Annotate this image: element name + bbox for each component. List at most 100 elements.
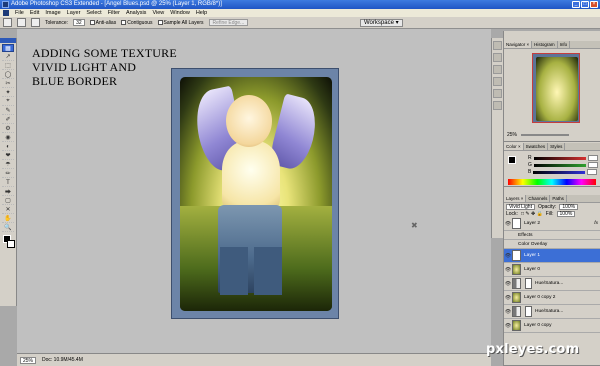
- crop-tool-icon[interactable]: ✂: [2, 80, 14, 88]
- minimize-button[interactable]: _: [572, 1, 580, 8]
- anti-alias-checkbox[interactable]: Anti-alias: [89, 20, 116, 26]
- magic-wand-tool-icon[interactable]: ✦: [2, 89, 14, 97]
- tab-navigator[interactable]: Navigator ×: [504, 41, 533, 48]
- tab-histogram[interactable]: Histogram: [532, 41, 558, 48]
- baby-body: [222, 141, 280, 213]
- color-overlay-label: Color Overlay: [518, 241, 548, 247]
- eyedropper-tool-icon[interactable]: ✕: [2, 206, 14, 214]
- brush-tool-icon[interactable]: ✐: [2, 116, 14, 124]
- channel-b-value[interactable]: [587, 169, 598, 175]
- tolerance-input[interactable]: 32: [73, 19, 85, 26]
- contiguous-checkbox[interactable]: Contiguous: [121, 20, 153, 26]
- menu-file[interactable]: File: [15, 10, 24, 16]
- menu-view[interactable]: View: [152, 10, 164, 16]
- panel-icon-actions[interactable]: [493, 53, 502, 62]
- layer-row[interactable]: 👁 Layer 2 fx: [504, 217, 600, 231]
- tab-layers[interactable]: Layers ×: [504, 195, 527, 202]
- close-button[interactable]: ×: [590, 1, 598, 8]
- layer-effects-row[interactable]: Effects: [504, 231, 600, 240]
- panel-icon-tool-presets[interactable]: [493, 77, 502, 86]
- clone-stamp-tool-icon[interactable]: ⚙: [2, 125, 14, 133]
- menu-help[interactable]: Help: [196, 10, 207, 16]
- new-selection-icon[interactable]: [17, 18, 26, 27]
- layers-tabs: Layers × Channels Paths: [504, 195, 600, 203]
- color-spectrum[interactable]: [508, 179, 596, 185]
- gradient-tool-icon[interactable]: ❤: [2, 152, 14, 160]
- panel-icon-brushes[interactable]: [493, 65, 502, 74]
- visibility-eye-icon[interactable]: 👁: [504, 323, 512, 329]
- panel-icon-history[interactable]: [493, 41, 502, 50]
- layer-row-selected[interactable]: 👁 Layer 1: [504, 249, 600, 263]
- blend-mode-select[interactable]: Vivid Light: [506, 203, 535, 210]
- lock-icons[interactable]: □ ✎ ✥ 🔒: [521, 211, 543, 217]
- visibility-eye-icon[interactable]: 👁: [504, 253, 512, 259]
- toolbox-header[interactable]: [0, 38, 16, 43]
- document-image[interactable]: [171, 68, 339, 319]
- shape-tool-icon[interactable]: ▢: [2, 197, 14, 205]
- channel-r-slider[interactable]: [533, 156, 586, 160]
- hand-tool-icon[interactable]: ✋: [2, 215, 14, 223]
- tab-channels[interactable]: Channels: [526, 195, 551, 202]
- tab-swatches[interactable]: Swatches: [524, 143, 549, 150]
- navigator-zoom-value[interactable]: 25%: [507, 132, 517, 138]
- marquee-tool-icon[interactable]: ⬚: [2, 62, 14, 70]
- color-swatches[interactable]: [0, 233, 16, 251]
- panel-icon-layer-comps[interactable]: [493, 89, 502, 98]
- move-tool-icon[interactable]: ↗: [2, 53, 14, 61]
- layer-row[interactable]: 👁 Layer 0 copy 2: [504, 291, 600, 305]
- menu-window[interactable]: Window: [170, 10, 190, 16]
- opacity-input[interactable]: 100%: [559, 203, 579, 210]
- menu-analysis[interactable]: Analysis: [126, 10, 146, 16]
- navigator-preview: [536, 57, 578, 121]
- color-overlay-row[interactable]: Color Overlay: [504, 240, 600, 249]
- zoom-field[interactable]: 25%: [20, 356, 37, 364]
- sample-all-layers-checkbox[interactable]: Sample All Layers: [157, 20, 204, 26]
- tab-color[interactable]: Color ×: [504, 143, 524, 150]
- workspace-button[interactable]: Workspace ▾: [360, 19, 403, 27]
- add-selection-icon[interactable]: [31, 18, 40, 27]
- tab-info[interactable]: Info: [558, 41, 571, 48]
- ps-tool-icon[interactable]: ▦: [2, 44, 14, 52]
- fill-input[interactable]: 100%: [556, 210, 576, 217]
- maximize-button[interactable]: □: [581, 1, 589, 8]
- blur-tool-icon[interactable]: ☂: [2, 161, 14, 169]
- layer-row[interactable]: 👁 Hue/Satura...: [504, 305, 600, 319]
- visibility-eye-icon[interactable]: 👁: [504, 267, 512, 273]
- navigator-thumbnail[interactable]: [532, 53, 580, 123]
- tool-preset-picker[interactable]: [3, 18, 12, 27]
- channel-g-slider[interactable]: [533, 163, 586, 167]
- refine-edge-button[interactable]: Refine Edge...: [208, 19, 249, 26]
- tab-styles[interactable]: Styles: [548, 143, 566, 150]
- channel-b-slider[interactable]: [533, 170, 586, 174]
- type-tool-icon[interactable]: T: [2, 179, 14, 187]
- eraser-tool-icon[interactable]: ◐: [2, 143, 14, 151]
- panel-icon-clone-source[interactable]: [493, 101, 502, 110]
- color-panel-swatch[interactable]: [508, 156, 516, 164]
- lasso-tool-icon[interactable]: ◯: [2, 71, 14, 79]
- history-brush-tool-icon[interactable]: ◉: [2, 134, 14, 142]
- layer-row[interactable]: 👁 Layer 0: [504, 263, 600, 277]
- visibility-eye-icon[interactable]: 👁: [504, 281, 512, 287]
- channel-g-value[interactable]: [587, 162, 598, 168]
- background-color[interactable]: [7, 240, 15, 248]
- menu-edit[interactable]: Edit: [30, 10, 39, 16]
- zoom-tool-icon[interactable]: 🔍: [2, 224, 14, 232]
- fx-icon[interactable]: fx: [594, 221, 598, 226]
- navigator-zoom-slider[interactable]: [521, 134, 570, 136]
- dodge-tool-icon[interactable]: ✏: [2, 170, 14, 178]
- menu-layer[interactable]: Layer: [67, 10, 81, 16]
- navigator-tabs: Navigator × Histogram Info: [504, 41, 600, 49]
- visibility-eye-icon[interactable]: 👁: [504, 295, 512, 301]
- visibility-eye-icon[interactable]: 👁: [504, 309, 512, 315]
- channel-r-value[interactable]: [587, 155, 598, 161]
- healing-brush-tool-icon[interactable]: ✎: [2, 107, 14, 115]
- menu-filter[interactable]: Filter: [108, 10, 120, 16]
- menu-select[interactable]: Select: [86, 10, 101, 16]
- tab-paths[interactable]: Paths: [550, 195, 567, 202]
- layer-row[interactable]: 👁 Layer 0 copy: [504, 319, 600, 333]
- menu-image[interactable]: Image: [45, 10, 60, 16]
- slice-tool-icon[interactable]: ⌖: [2, 98, 14, 106]
- visibility-eye-icon[interactable]: 👁: [504, 221, 512, 227]
- layer-row[interactable]: 👁 Hue/Satura...: [504, 277, 600, 291]
- path-selection-tool-icon[interactable]: ⮕: [2, 188, 14, 196]
